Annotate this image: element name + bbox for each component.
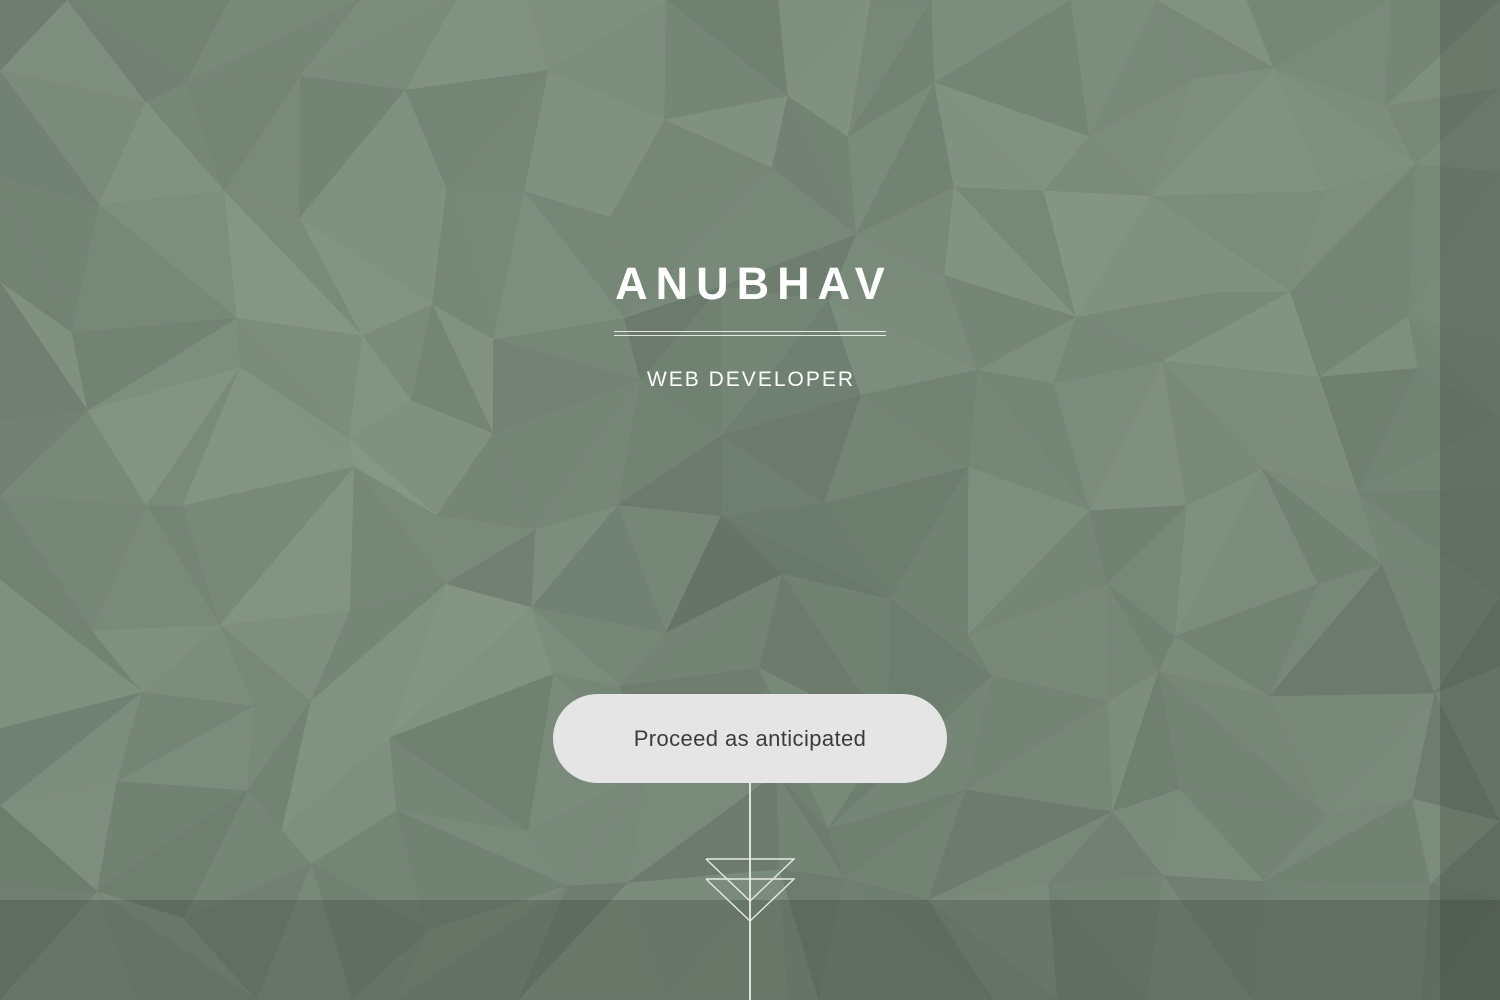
title-divider xyxy=(614,331,886,336)
hero-section: ANUBHAV WEB DEVELOPER Proceed as anticip… xyxy=(0,0,1500,1000)
right-edge-shade xyxy=(1440,0,1500,1000)
hero-title: ANUBHAV xyxy=(615,258,893,309)
hero-subtitle: WEB DEVELOPER xyxy=(646,368,856,391)
double-chevron-down-icon[interactable] xyxy=(704,857,796,927)
proceed-button[interactable]: Proceed as anticipated xyxy=(553,694,947,783)
